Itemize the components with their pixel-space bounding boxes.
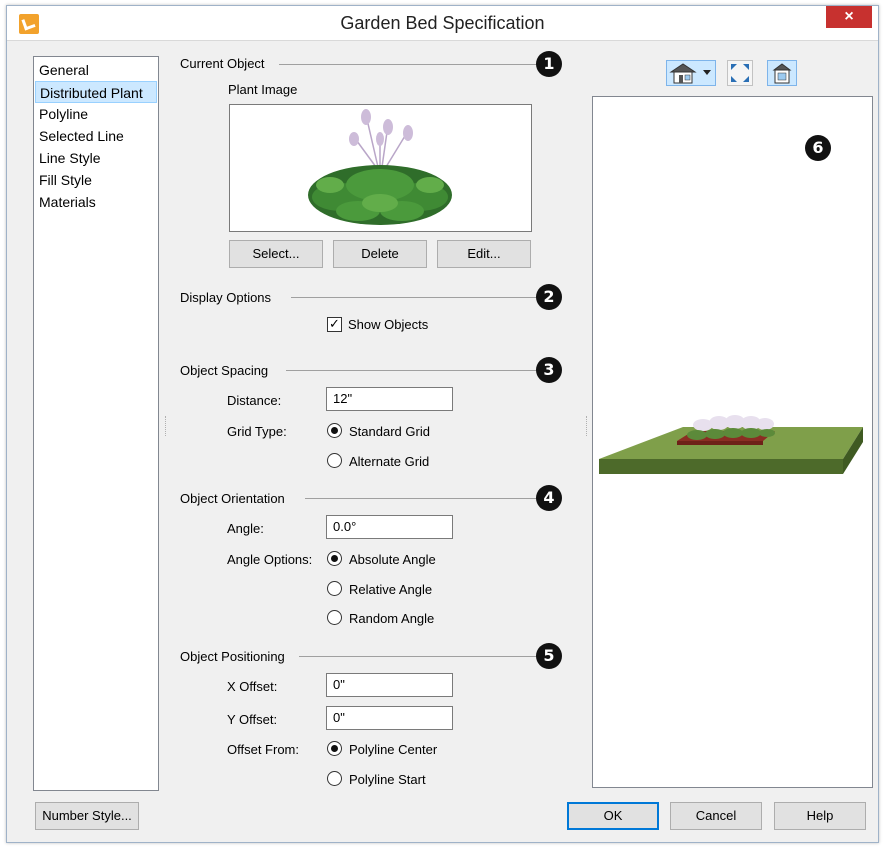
callout-badge-2: 2 [536,284,562,310]
display-options-divider [291,297,537,298]
alternate-grid-label: Alternate Grid [349,454,430,469]
object-positioning-label: Object Positioning [180,649,285,664]
plant-image [229,104,532,232]
preview-pane[interactable]: 6 [592,96,873,788]
distance-input[interactable]: 12" [326,387,453,411]
polyline-center-label: Polyline Center [349,742,438,757]
callout-badge-6: 6 [805,135,831,161]
relative-angle-radio[interactable] [327,581,342,596]
object-spacing-divider [286,370,537,371]
distance-label: Distance: [227,393,282,408]
fill-window-icon [731,64,749,82]
dialog-window: Garden Bed Specification × General Distr… [6,5,879,843]
cancel-button[interactable]: Cancel [670,802,762,830]
camera-mode-icon [772,63,792,84]
standard-grid-label: Standard Grid [349,424,430,439]
angle-input[interactable]: 0.0° [326,515,453,539]
nav-item-general[interactable]: General [35,59,157,81]
close-button[interactable]: × [826,6,872,28]
house-view-icon [669,63,711,84]
nav-item-materials[interactable]: Materials [35,191,157,213]
callout-badge-3: 3 [536,357,562,383]
garden-bed-preview [599,415,863,474]
delete-button[interactable]: Delete [333,240,427,268]
nav-item-distributed-plant[interactable]: Distributed Plant [35,81,157,103]
dropdown-arrow-icon [703,70,711,75]
standard-grid-radio[interactable] [327,423,342,438]
category-list[interactable]: General Distributed Plant Polyline Selec… [33,56,159,791]
polyline-center-radio[interactable] [327,741,342,756]
splitter-grip-right[interactable] [586,416,588,436]
help-button[interactable]: Help [774,802,866,830]
object-positioning-divider [299,656,537,657]
y-offset-input[interactable]: 0" [326,706,453,730]
plant-image-label: Plant Image [228,82,298,97]
nav-item-polyline[interactable]: Polyline [35,103,157,125]
grid-type-label: Grid Type: [227,424,287,439]
random-angle-label: Random Angle [349,611,435,626]
absolute-angle-label: Absolute Angle [349,552,436,567]
y-offset-label: Y Offset: [227,712,278,727]
ok-button[interactable]: OK [567,802,659,830]
title-bar: Garden Bed Specification × [7,6,878,41]
angle-label: Angle: [227,521,264,536]
offset-from-label: Offset From: [227,742,299,757]
fill-window-button[interactable] [727,60,753,86]
alternate-grid-radio[interactable] [327,453,342,468]
show-objects-label: Show Objects [348,317,429,332]
object-spacing-label: Object Spacing [180,363,269,378]
callout-badge-4: 4 [536,485,562,511]
relative-angle-label: Relative Angle [349,582,433,597]
x-offset-input[interactable]: 0" [326,673,453,697]
current-object-label: Current Object [180,56,265,71]
angle-options-label: Angle Options: [227,552,313,567]
camera-mode-button[interactable] [767,60,797,86]
splitter-grip-left[interactable] [165,416,167,436]
random-angle-radio[interactable] [327,610,342,625]
x-offset-label: X Offset: [227,679,278,694]
absolute-angle-radio[interactable] [327,551,342,566]
object-orientation-divider [305,498,537,499]
display-options-label: Display Options [180,290,272,305]
show-objects-checkbox[interactable]: ✓ [327,317,342,332]
close-icon: × [844,8,854,25]
nav-item-fill-style[interactable]: Fill Style [35,169,157,191]
nav-item-line-style[interactable]: Line Style [35,147,157,169]
view-mode-button[interactable] [666,60,716,86]
select-button[interactable]: Select... [229,240,323,268]
edit-button[interactable]: Edit... [437,240,531,268]
callout-badge-1: 1 [536,51,562,77]
plant-image-graphic [308,109,452,225]
current-object-divider [279,64,537,65]
callout-badge-5: 5 [536,643,562,669]
nav-item-selected-line[interactable]: Selected Line [35,125,157,147]
object-orientation-label: Object Orientation [180,491,285,506]
polyline-start-radio[interactable] [327,771,342,786]
polyline-start-label: Polyline Start [349,772,426,787]
number-style-button[interactable]: Number Style... [35,802,139,830]
window-title: Garden Bed Specification [340,13,545,33]
